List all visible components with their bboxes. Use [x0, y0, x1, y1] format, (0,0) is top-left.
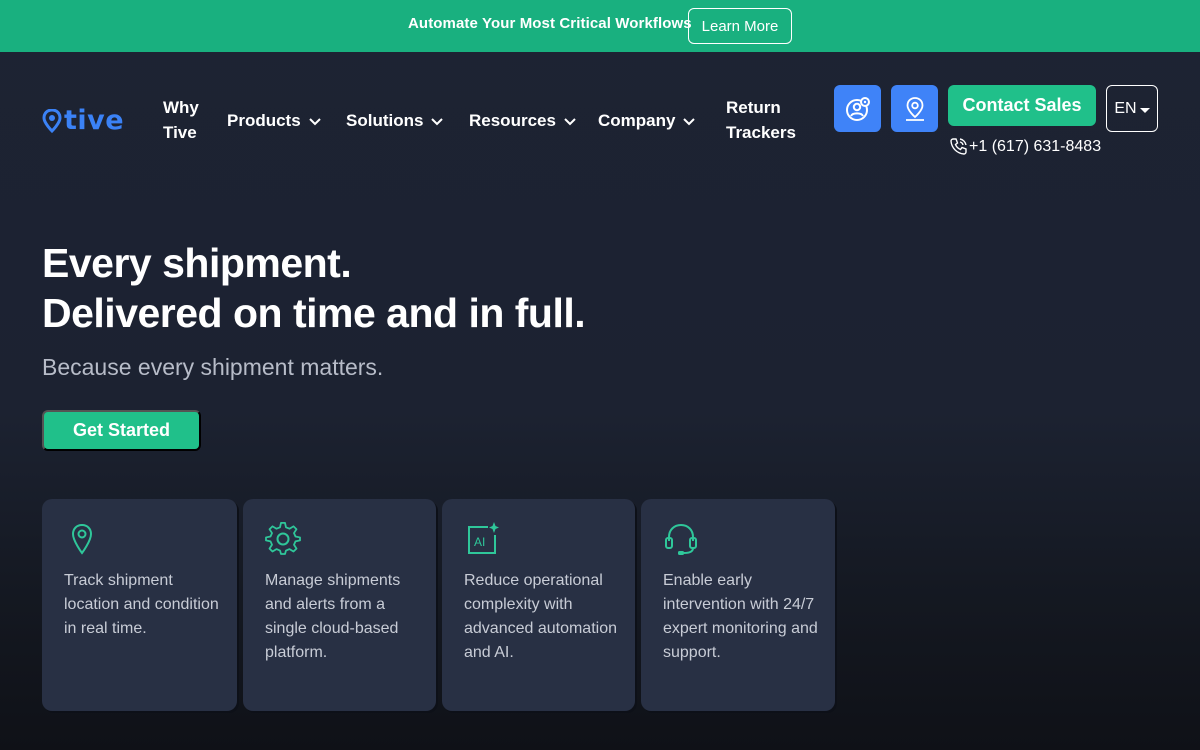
nav-return-trackers-line2: Trackers: [726, 123, 796, 142]
feature-text: Track shipment location and condition in…: [64, 572, 219, 637]
nav-why-tive-line1: Why: [163, 98, 199, 117]
phone-number: +1 (617) 631-8483: [969, 137, 1102, 155]
nav-company-label: Company: [598, 111, 676, 130]
caret-down-icon: [1139, 108, 1150, 113]
nav-products-label: Products: [227, 111, 301, 130]
feature-text: Enable early intervention with 24/7 expe…: [663, 572, 818, 661]
nav-return-trackers-line1: Return: [726, 98, 781, 117]
user-support-icon: [845, 96, 870, 121]
customer-portal-button[interactable]: [834, 85, 881, 132]
logo-text: tive: [64, 105, 125, 136]
nav-why-tive[interactable]: Why Tive: [163, 95, 199, 145]
feature-text: Reduce operational complexity with advan…: [464, 572, 617, 661]
banner-text: Automate Your Most Critical Workflows: [408, 15, 692, 32]
chevron-down-icon: [308, 117, 321, 125]
nav-why-tive-line2: Tive: [163, 123, 197, 142]
feature-card-automation: AI Reduce operational complexity with ad…: [442, 499, 635, 711]
hero-title: Every shipment. Delivered on time and in…: [42, 238, 586, 338]
nav-resources[interactable]: Resources: [469, 108, 577, 133]
track-location-button[interactable]: [891, 85, 938, 132]
feature-card-platform: Manage shipments and alerts from a singl…: [243, 499, 436, 711]
chevron-down-icon: [431, 117, 444, 125]
phone-icon: [950, 138, 967, 155]
nav-return-trackers[interactable]: Return Trackers: [726, 95, 796, 145]
nav-solutions-label: Solutions: [346, 111, 424, 130]
get-started-button[interactable]: Get Started: [42, 410, 201, 451]
ai-sparkle-icon: AI: [468, 522, 499, 554]
nav-products[interactable]: Products: [227, 108, 322, 133]
gear-icon: [265, 522, 301, 555]
feature-text: Manage shipments and alerts from a singl…: [265, 572, 401, 661]
phone-link[interactable]: +1 (617) 631-8483: [948, 136, 1101, 157]
location-pin-icon: [71, 523, 93, 555]
nav-solutions[interactable]: Solutions: [346, 108, 444, 133]
hero-title-line1: Every shipment.: [42, 240, 352, 286]
logo-pin-icon: [42, 108, 62, 133]
contact-sales-button[interactable]: Contact Sales: [948, 85, 1096, 126]
chevron-down-icon: [564, 117, 576, 125]
feature-card-support: Enable early intervention with 24/7 expe…: [641, 499, 835, 711]
hero-title-line2: Delivered on time and in full.: [42, 290, 586, 336]
chevron-down-icon: [683, 117, 696, 125]
hero-subtitle: Because every shipment matters.: [42, 354, 384, 380]
headset-icon: [665, 523, 697, 555]
location-pin-icon: [905, 96, 924, 121]
nav-resources-label: Resources: [469, 111, 556, 130]
nav-company[interactable]: Company: [598, 108, 696, 133]
language-selector[interactable]: EN: [1106, 85, 1158, 132]
announcement-banner: Automate Your Most Critical Workflows Le…: [0, 0, 1200, 52]
learn-more-button[interactable]: Learn More: [688, 8, 792, 44]
feature-card-tracking: Track shipment location and condition in…: [42, 499, 237, 711]
svg-text:AI: AI: [474, 535, 485, 549]
language-label: EN: [1114, 99, 1137, 117]
tive-logo[interactable]: tive: [42, 105, 124, 136]
